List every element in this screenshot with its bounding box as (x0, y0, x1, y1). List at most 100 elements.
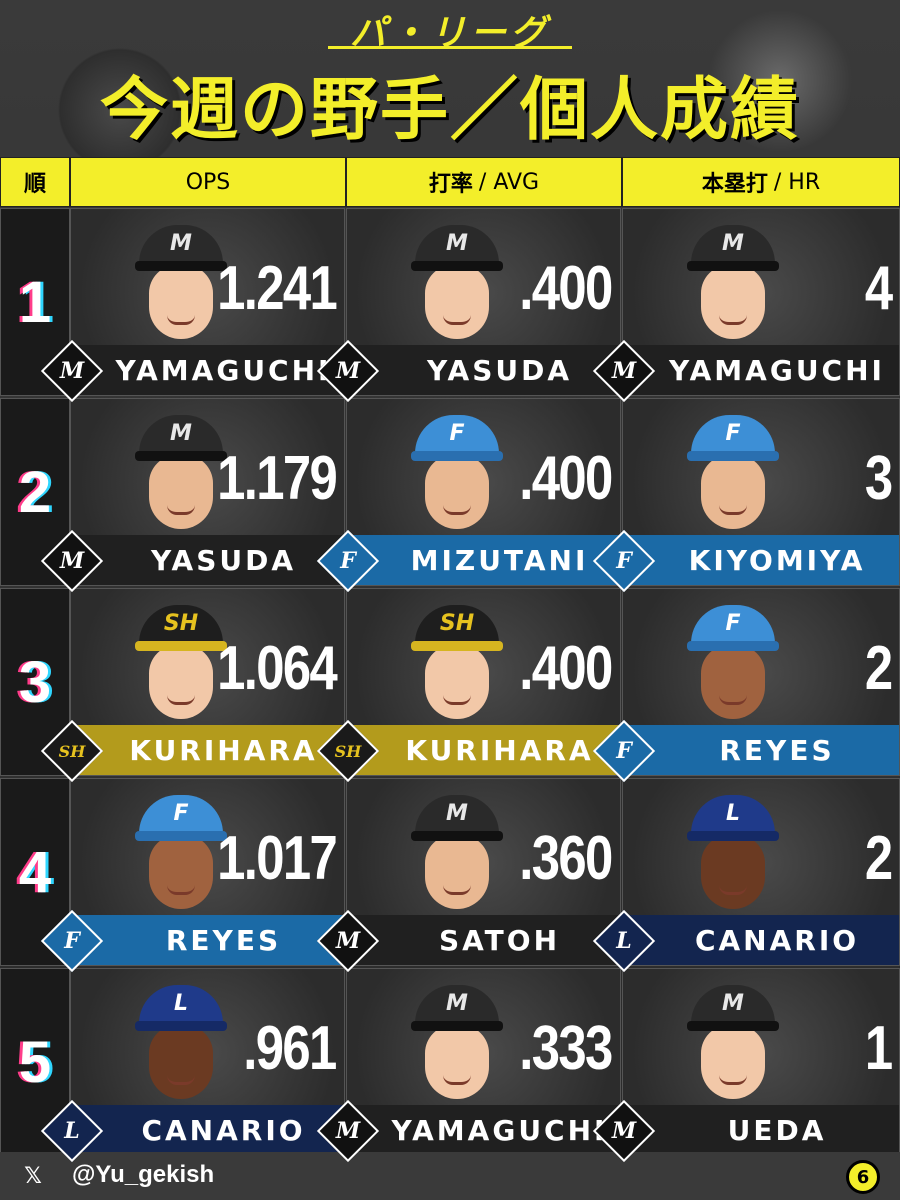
team-logo-letter-icon: L (616, 928, 632, 954)
cap-brim (135, 1021, 227, 1031)
player-photo: M (407, 975, 507, 1105)
player-photo: F (683, 595, 783, 725)
team-logo-letter-icon: SH (58, 741, 86, 761)
cap-brim (687, 641, 779, 651)
team-logo-letter-icon: M (59, 358, 85, 384)
cap-logo-icon: M (722, 991, 744, 1016)
player-name: CANARIO (623, 915, 899, 965)
cap-brim (687, 831, 779, 841)
player-face (149, 1025, 213, 1099)
column-header-rank: 順 (0, 157, 70, 207)
player-face (425, 835, 489, 909)
team-logo-letter-icon: F (616, 738, 632, 764)
player-face (425, 455, 489, 529)
player-card-hr: F 3 KIYOMIYA (622, 398, 900, 586)
player-photo: M (131, 215, 231, 345)
cap-brim (135, 261, 227, 271)
player-card-ops: M 1.241 YAMAGUCHI (70, 208, 345, 396)
hr-value: 1 (864, 1014, 892, 1083)
account-handle[interactable]: @Yu_gekish (72, 1161, 214, 1189)
cap-brim (135, 831, 227, 841)
team-logo-letter-icon: M (335, 928, 361, 954)
hr-header-jp: 本塁打 (701, 172, 768, 197)
team-logo-letter-icon: L (64, 1118, 80, 1144)
cap-logo-icon: M (170, 231, 192, 256)
player-name: YASUDA (71, 535, 344, 585)
player-card-avg: M .360 SATOH (346, 778, 621, 966)
player-name: YAMAGUCHI (71, 345, 344, 395)
player-photo: SH (131, 595, 231, 725)
player-name: MIZUTANI (347, 535, 620, 585)
cap-brim (411, 831, 503, 841)
player-face (149, 455, 213, 529)
column-header-avg: 打率 / AVG (346, 157, 622, 207)
cap-logo-icon: L (173, 991, 189, 1016)
cap-logo-icon: L (725, 801, 741, 826)
team-logo-letter-icon: M (611, 358, 637, 384)
cap-logo-icon: M (446, 231, 468, 256)
player-name: CANARIO (71, 1105, 344, 1155)
team-logo-letter-icon: M (335, 1118, 361, 1144)
cap-brim (411, 451, 503, 461)
cap-logo-icon: F (725, 421, 741, 446)
avg-value: .400 (519, 254, 614, 323)
player-name: YAMAGUCHI (623, 345, 899, 395)
player-photo: M (683, 975, 783, 1105)
team-logo-letter-icon: SH (334, 741, 362, 761)
ops-value: 1.064 (216, 634, 338, 703)
player-card-hr: M 1 UEDA (622, 968, 900, 1156)
player-name: YAMAGUCHI (347, 1105, 620, 1155)
ops-value: 1.017 (216, 824, 338, 893)
ops-value: 1.179 (216, 444, 338, 513)
cap-logo-icon: M (446, 801, 468, 826)
cap-brim (411, 1021, 503, 1031)
hr-header-en: / HR (773, 169, 821, 195)
player-face (701, 265, 765, 339)
x-logo-icon: 𝕏 (24, 1163, 42, 1189)
rank-header-label: 順 (23, 172, 46, 197)
team-logo-letter-icon: M (59, 548, 85, 574)
player-photo: M (131, 405, 231, 535)
column-header-hr: 本塁打 / HR (622, 157, 900, 207)
player-name: UEDA (623, 1105, 899, 1155)
player-photo: F (131, 785, 231, 915)
player-name: REYES (71, 915, 344, 965)
cap-brim (687, 451, 779, 461)
player-photo: M (407, 785, 507, 915)
team-logo-letter-icon: M (335, 358, 361, 384)
avg-value: .333 (519, 1014, 614, 1083)
player-card-hr: L 2 CANARIO (622, 778, 900, 966)
brand-badge-icon: 6 (846, 1160, 880, 1194)
cap-logo-icon: M (722, 231, 744, 256)
player-name: SATOH (347, 915, 620, 965)
team-logo-letter-icon: M (611, 1118, 637, 1144)
player-card-ops: M 1.179 YASUDA (70, 398, 345, 586)
avg-value: .400 (519, 444, 614, 513)
player-name: REYES (623, 725, 899, 775)
hr-value: 2 (864, 634, 892, 703)
ops-value: .961 (243, 1014, 338, 1083)
player-card-hr: F 2 REYES (622, 588, 900, 776)
cap-logo-icon: F (173, 801, 189, 826)
player-card-avg: M .400 YASUDA (346, 208, 621, 396)
team-logo-letter-icon: F (64, 928, 80, 954)
player-photo: F (407, 405, 507, 535)
player-name: KURIHARA (347, 725, 620, 775)
player-name: KIYOMIYA (623, 535, 899, 585)
player-name: YASUDA (347, 345, 620, 395)
player-photo: M (683, 215, 783, 345)
player-face (149, 645, 213, 719)
avg-value: .400 (519, 634, 614, 703)
hr-value: 2 (864, 824, 892, 893)
team-logo-letter-icon: F (616, 548, 632, 574)
player-photo: SH (407, 595, 507, 725)
cap-brim (411, 641, 503, 651)
player-card-avg: SH .400 KURIHARA (346, 588, 621, 776)
player-card-ops: L .961 CANARIO (70, 968, 345, 1156)
cap-logo-icon: F (725, 611, 741, 636)
player-face (701, 645, 765, 719)
player-face (149, 265, 213, 339)
player-face (425, 1025, 489, 1099)
cap-brim (135, 641, 227, 651)
avg-header-jp: 打率 (428, 172, 473, 197)
